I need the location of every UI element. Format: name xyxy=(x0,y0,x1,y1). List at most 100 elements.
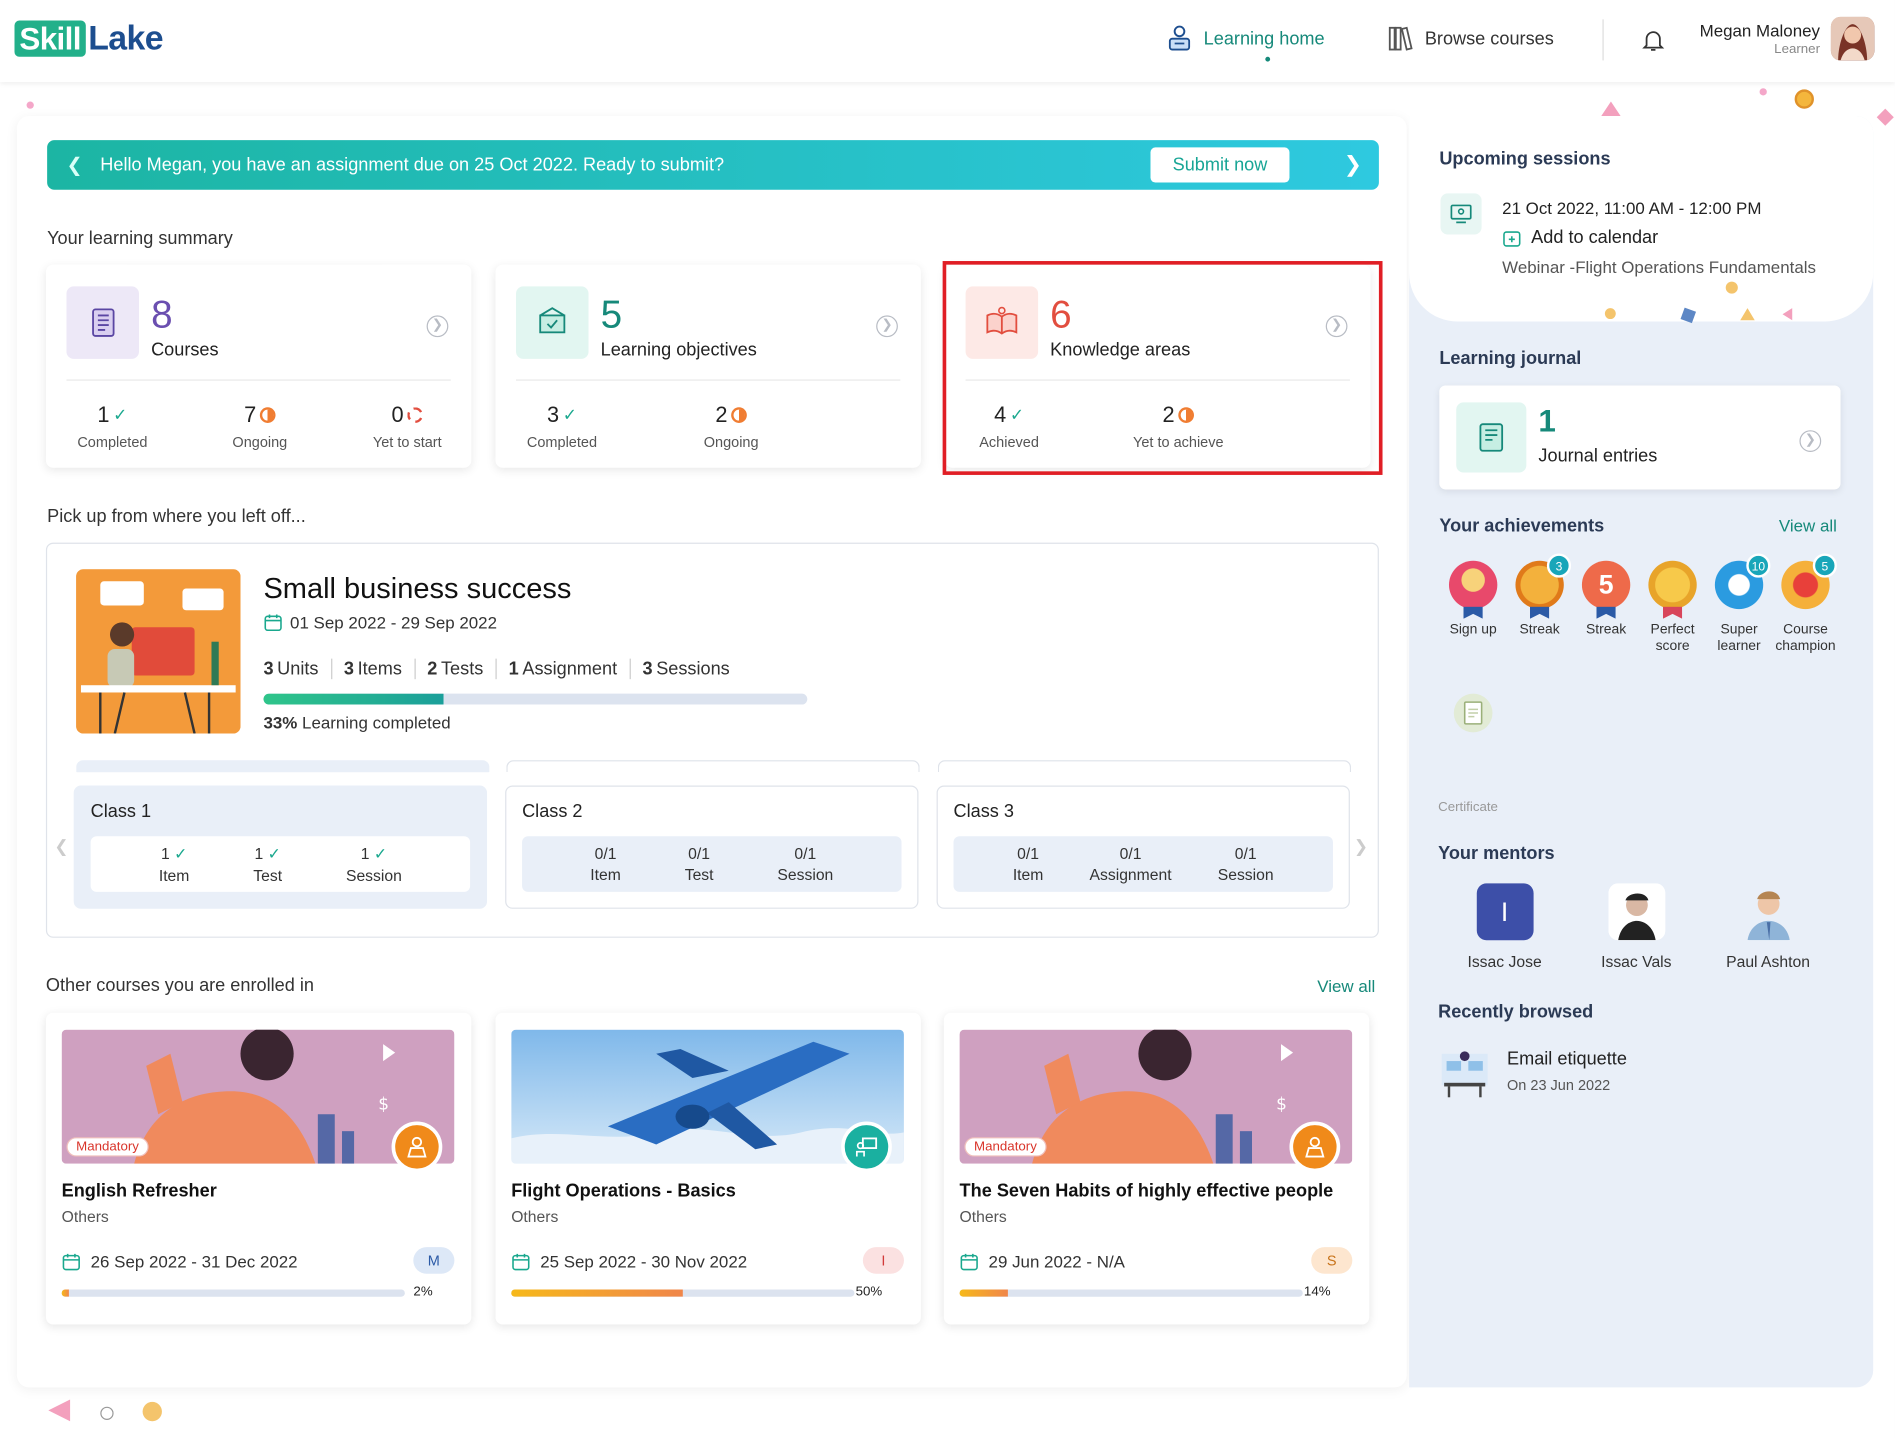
certificate-icon[interactable] xyxy=(1453,693,1493,733)
journal-card[interactable]: 1 Journal entries ❯ xyxy=(1439,385,1841,490)
logo-text-lake: Lake xyxy=(88,19,163,57)
meta-sessions: 3 Sessions xyxy=(629,658,742,680)
achievement-streak-5[interactable]: 5 Streak xyxy=(1572,560,1640,638)
mandatory-badge: Mandatory xyxy=(964,1137,1047,1157)
class-prev-icon[interactable]: ❮ xyxy=(54,836,68,857)
courses-ongoing-value: 7 xyxy=(244,402,257,427)
mentor-issac-vals[interactable]: Issac Vals xyxy=(1582,883,1691,970)
meta-units-count: 3 xyxy=(263,658,274,680)
confetti-triangle xyxy=(1740,308,1755,321)
course-title[interactable]: The Seven Habits of highly effective peo… xyxy=(960,1181,1334,1202)
achievement-course-champion[interactable]: 5 Course champion xyxy=(1772,553,1840,655)
upcoming-sessions-title: Upcoming sessions xyxy=(1439,148,1611,170)
courses-summary-card[interactable]: 8 Courses ❯ 1 ✓ Completed 7 Ongoing 0 Yet… xyxy=(45,264,472,468)
achievements-view-all[interactable]: View all xyxy=(1779,516,1837,535)
mentor-paul-ashton[interactable]: Paul Ashton xyxy=(1714,883,1823,970)
achievement-signup[interactable]: Sign up xyxy=(1439,560,1507,638)
courses-label: Courses xyxy=(151,339,219,361)
meta-items-label: Items xyxy=(357,658,402,680)
confetti-dot xyxy=(142,1401,162,1422)
achievement-streak-3[interactable]: 3 Streak xyxy=(1506,553,1574,638)
class-stat-value: 0/1 xyxy=(1017,844,1040,863)
check-icon: ✓ xyxy=(267,844,281,863)
achievement-perfect-score[interactable]: Perfect score xyxy=(1639,560,1707,655)
nav-browse-courses[interactable]: Browse courses xyxy=(1386,24,1554,53)
course-progress-pct: 33% xyxy=(263,713,298,733)
nav-learning-home-label: Learning home xyxy=(1203,28,1325,49)
learner-icon xyxy=(1168,25,1191,51)
banner-next-icon[interactable]: ❯ xyxy=(1344,152,1362,177)
course-progress-fill xyxy=(959,1289,1008,1297)
email-etiquette-thumbnail[interactable] xyxy=(1439,1047,1490,1098)
course-title[interactable]: Flight Operations - Basics xyxy=(511,1181,736,1202)
user-name: Megan Maloney xyxy=(1699,20,1821,40)
mentor-avatar xyxy=(1607,883,1665,941)
class-stat-label: Session xyxy=(777,865,834,884)
course-champion-medal-icon: 5 xyxy=(1781,553,1837,610)
chevron-right-icon[interactable]: ❯ xyxy=(426,315,449,338)
journal-count: 1 xyxy=(1538,402,1556,439)
divider xyxy=(66,379,451,381)
chevron-right-icon[interactable]: ❯ xyxy=(1799,430,1822,452)
class-stat-session: 0/1 Session xyxy=(777,845,833,884)
skilllake-logo[interactable]: Skill Lake xyxy=(14,19,164,58)
user-avatar[interactable] xyxy=(1830,16,1875,61)
recently-browsed-item[interactable]: Email etiquette xyxy=(1507,1049,1627,1070)
bell-icon[interactable] xyxy=(1640,27,1667,54)
nav-learning-home[interactable]: Learning home xyxy=(1165,24,1325,62)
courses-yet-label: Yet to start xyxy=(372,433,442,451)
class-stat-label: Test xyxy=(253,865,283,885)
course-thumbnail[interactable] xyxy=(76,569,241,734)
active-indicator xyxy=(1265,56,1271,62)
learning-summary-title: Your learning summary xyxy=(47,228,233,249)
class-card-2[interactable]: Class 2 0/1 Item 0/1 Test 0/1 Session xyxy=(505,785,919,909)
mentor-issac-jose[interactable]: I Issac Jose xyxy=(1450,883,1559,970)
add-to-calendar-link[interactable]: Add to calendar xyxy=(1502,227,1658,248)
ribbon xyxy=(1529,606,1550,619)
achievement-count: 3 xyxy=(1546,553,1572,578)
presenter-icon xyxy=(841,1121,892,1173)
courses-yet-value: 0 xyxy=(391,402,404,427)
confetti-dot xyxy=(1759,88,1767,96)
objectives-summary-card[interactable]: 5 Learning objectives ❯ 3 ✓ Completed 2 O… xyxy=(495,264,921,468)
objectives-icon xyxy=(516,286,589,359)
signup-medal-icon xyxy=(1448,560,1498,619)
other-courses-view-all[interactable]: View all xyxy=(1317,976,1375,995)
mentor-name: Issac Vals xyxy=(1601,952,1672,971)
course-card[interactable]: $ Mandatory English Refresher Others 26 … xyxy=(45,1012,472,1325)
class-card-3[interactable]: Class 3 0/1 Item 0/1 Assignment 0/1 Session xyxy=(936,785,1350,909)
user-info[interactable]: Megan Maloney Learner xyxy=(1700,21,1820,57)
class-stats: 1 ✓ Item 1 ✓ Test 1 ✓ Session xyxy=(90,836,471,892)
course-card[interactable]: $ Mandatory The Seven Habits of highly e… xyxy=(943,1012,1370,1325)
instructor-icon xyxy=(391,1121,443,1173)
objectives-count: 5 xyxy=(600,292,623,336)
achievement-label: Course champion xyxy=(1775,622,1836,654)
courses-count: 8 xyxy=(151,292,173,336)
course-progress-fill xyxy=(511,1289,683,1297)
class-stats: 0/1 Item 0/1 Assignment 0/1 Session xyxy=(953,836,1333,892)
chevron-right-icon[interactable]: ❯ xyxy=(876,315,898,338)
webinar-icon xyxy=(1440,193,1482,235)
class-stats: 0/1 Item 0/1 Test 0/1 Session xyxy=(522,836,902,892)
course-card[interactable]: Flight Operations - Basics Others 25 Sep… xyxy=(495,1012,921,1325)
meta-tests-count: 2 xyxy=(427,658,438,680)
current-course-dates: 01 Sep 2022 - 29 Sep 2022 xyxy=(263,613,497,632)
course-category: Others xyxy=(511,1207,559,1226)
achievement-label: Perfect score xyxy=(1650,622,1695,654)
ribbon xyxy=(1662,606,1683,619)
banner-prev-icon[interactable]: ❮ xyxy=(66,153,82,177)
achievement-super-learner[interactable]: 10 Super learner xyxy=(1705,553,1773,655)
meta-assignment-count: 1 xyxy=(508,658,519,680)
objectives-completed-label: Completed xyxy=(526,433,598,451)
class-stat-label: Item xyxy=(158,865,190,885)
streak-medal-icon: 3 xyxy=(1515,553,1572,619)
class-next-icon[interactable]: ❯ xyxy=(1354,836,1368,857)
current-course-title[interactable]: Small business success xyxy=(263,573,571,607)
course-title[interactable]: English Refresher xyxy=(62,1181,217,1202)
session-name[interactable]: Webinar -Flight Operations Fundamentals xyxy=(1502,257,1816,276)
submit-now-button[interactable]: Submit now xyxy=(1150,147,1290,183)
class-card-1[interactable]: Class 1 1 ✓ Item 1 ✓ Test 1 ✓ Session xyxy=(73,785,488,909)
assignment-banner: ❮ Hello Megan, you have an assignment du… xyxy=(47,140,1379,190)
course-progress-pct: 14% xyxy=(1303,1284,1331,1300)
class-stat-test: 1 ✓ Test xyxy=(253,844,282,884)
